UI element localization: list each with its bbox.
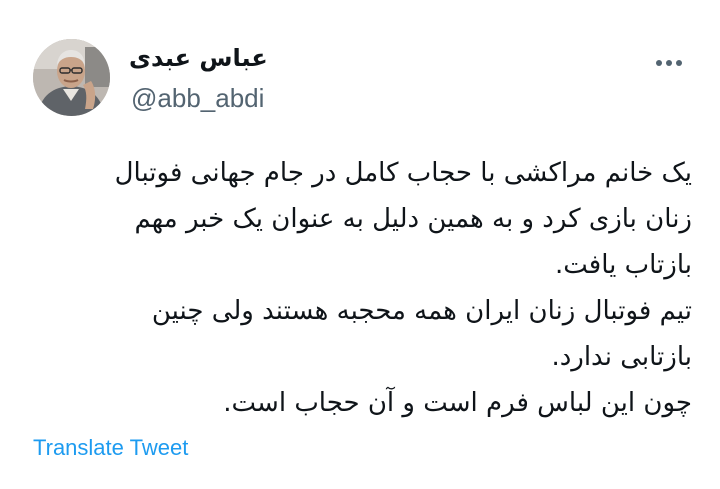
tweet-text-line: تیم فوتبال زنان ایران همه محجبه هستند ول… (151, 296, 692, 326)
tweet-text-line: زنان بازی کرد و به همین دلیل به عنوان یک… (134, 204, 692, 234)
more-horizontal-icon[interactable] (654, 58, 684, 68)
tweet-text: یک خانم مراکشی با حجاب کامل در جام جهانی… (30, 150, 692, 426)
translate-tweet-link[interactable]: Translate Tweet (33, 433, 188, 463)
author-handle[interactable]: @abb_abdi (131, 82, 264, 114)
tweet-text-line: بازتابی ندارد. (551, 342, 692, 372)
avatar[interactable] (33, 39, 110, 116)
tweet-text-line: بازتاب یافت. (555, 250, 692, 280)
more-dot (666, 60, 672, 66)
avatar-photo (33, 39, 110, 116)
more-dot (676, 60, 682, 66)
tweet-text-line: یک خانم مراکشی با حجاب کامل در جام جهانی… (114, 158, 692, 188)
author-display-name[interactable]: عباس عبدی (129, 40, 268, 76)
more-dot (656, 60, 662, 66)
tweet-text-line: چون این لباس فرم است و آن حجاب است. (223, 388, 692, 418)
tweet-card: عباس عبدی @abb_abdi یک خانم مراکشی با حج… (0, 0, 720, 489)
